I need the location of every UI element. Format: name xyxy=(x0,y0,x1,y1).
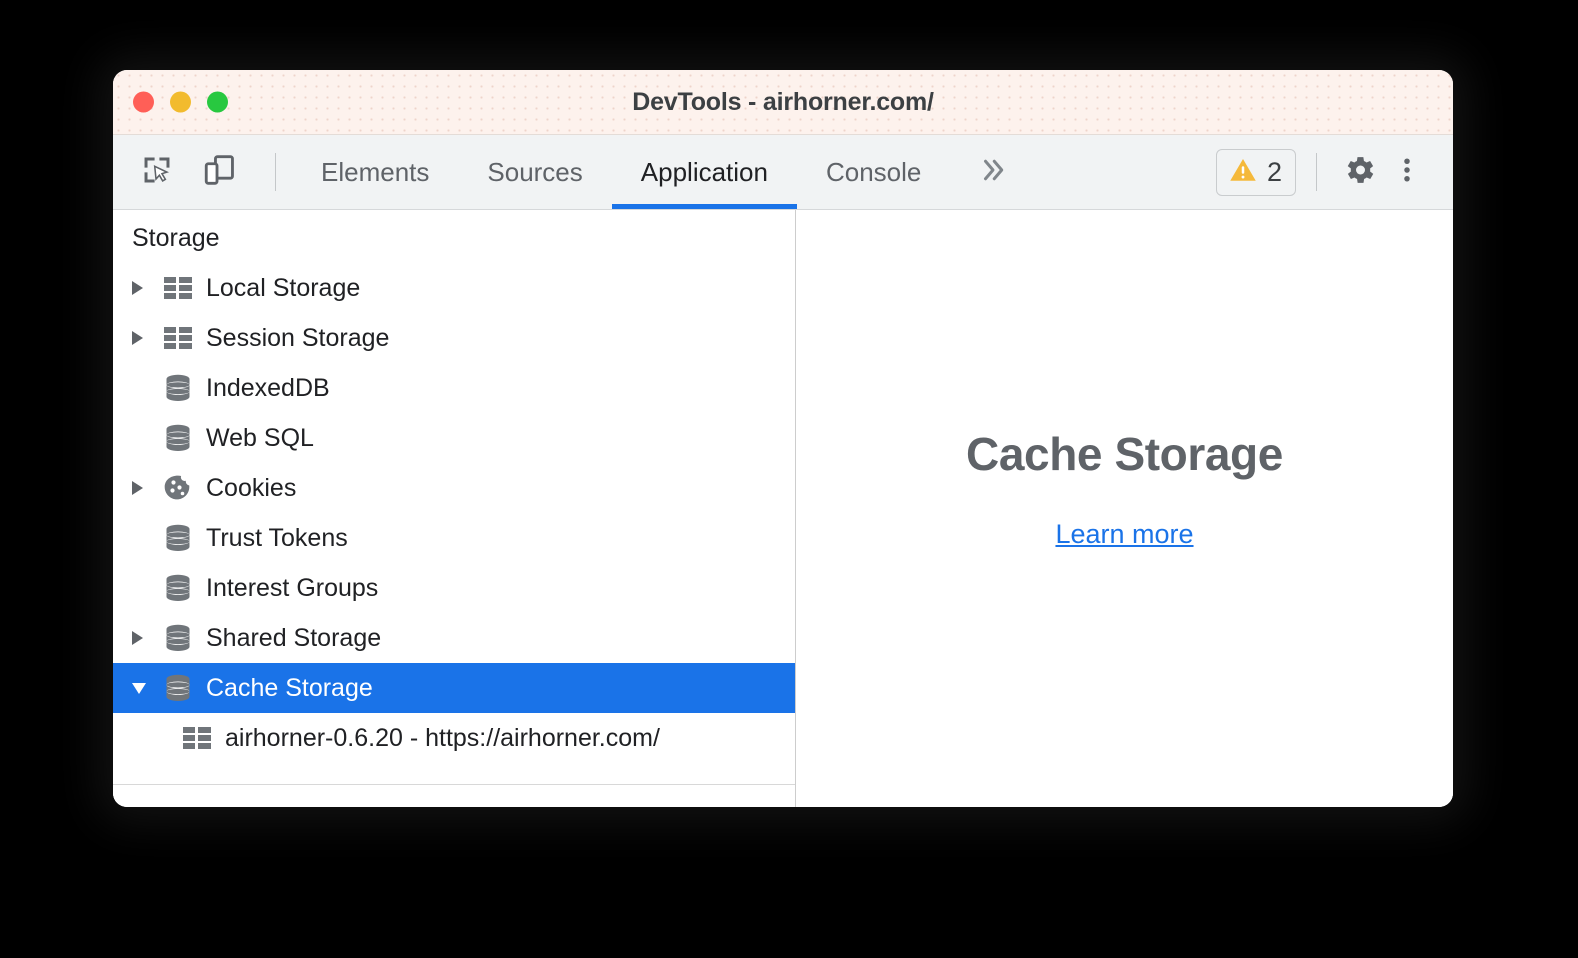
sidebar-item-label: Session Storage xyxy=(206,323,390,352)
devtools-toolbar: Elements Sources Application Console 2 xyxy=(113,135,1453,210)
window-titlebar: DevTools - airhorner.com/ xyxy=(113,70,1453,135)
cookie-icon xyxy=(160,474,196,502)
database-icon xyxy=(160,524,196,552)
inspect-element-button[interactable] xyxy=(135,150,179,194)
sidebar-item-label: Interest Groups xyxy=(206,573,379,602)
table-grid-icon xyxy=(179,726,215,750)
tab-application[interactable]: Application xyxy=(611,135,798,209)
device-toolbar-icon xyxy=(202,153,236,192)
maximize-window-button[interactable] xyxy=(207,91,228,113)
settings-button[interactable] xyxy=(1337,150,1381,194)
tab-console[interactable]: Console xyxy=(797,135,950,209)
more-vertical-icon xyxy=(1392,155,1422,190)
database-icon xyxy=(160,624,196,652)
sidebar-item-interest-groups[interactable]: Interest Groups xyxy=(113,563,795,613)
toolbar-right-buttons: 2 xyxy=(1215,135,1453,209)
sidebar-item-label: Local Storage xyxy=(206,273,361,302)
sidebar-item-label: Cache Storage xyxy=(206,673,373,702)
expand-arrow-icon[interactable] xyxy=(132,481,160,495)
sidebar-item-label: Web SQL xyxy=(206,423,314,452)
page-title: Cache Storage xyxy=(966,428,1283,480)
sidebar-item-cache-entry[interactable]: airhorner-0.6.20 - https://airhorner.com… xyxy=(113,713,795,763)
gear-icon xyxy=(1341,152,1377,193)
sidebar-item-label: IndexedDB xyxy=(206,373,330,402)
sidebar-item-label: Shared Storage xyxy=(206,623,382,652)
cache-storage-panel: Cache Storage Learn more xyxy=(796,210,1453,807)
devtools-window: DevTools - airhorner.com/ Elements Sourc… xyxy=(113,70,1453,807)
learn-more-link[interactable]: Learn more xyxy=(1055,519,1193,550)
more-tabs-button[interactable] xyxy=(950,135,1036,209)
sidebar-item-local-storage[interactable]: Local Storage xyxy=(113,263,795,313)
window-title: DevTools - airhorner.com/ xyxy=(632,87,934,116)
sidebar-item-cookies[interactable]: Cookies xyxy=(113,463,795,513)
sidebar-item-trust-tokens[interactable]: Trust Tokens xyxy=(113,513,795,563)
devtools-content: Storage Local Storage Session Storage In… xyxy=(113,210,1453,807)
table-grid-icon xyxy=(160,276,196,300)
tab-sources[interactable]: Sources xyxy=(458,135,611,209)
application-sidebar: Storage Local Storage Session Storage In… xyxy=(113,210,796,807)
collapse-arrow-icon[interactable] xyxy=(132,682,160,694)
screen: DevTools - airhorner.com/ Elements Sourc… xyxy=(0,0,1578,958)
database-icon xyxy=(160,424,196,452)
table-grid-icon xyxy=(160,326,196,350)
expand-arrow-icon[interactable] xyxy=(132,281,160,295)
database-icon xyxy=(160,674,196,702)
tab-application-label: Application xyxy=(640,156,768,187)
warning-triangle-icon xyxy=(1228,155,1258,190)
tab-sources-label: Sources xyxy=(487,156,583,187)
sidebar-item-cache-storage[interactable]: Cache Storage xyxy=(113,663,795,713)
sidebar-item-web-sql[interactable]: Web SQL xyxy=(113,413,795,463)
chevron-double-right-icon xyxy=(978,155,1008,190)
sidebar-item-session-storage[interactable]: Session Storage xyxy=(113,313,795,363)
sidebar-bottom-divider xyxy=(113,784,795,785)
toolbar-left-buttons xyxy=(113,135,292,209)
expand-arrow-icon[interactable] xyxy=(132,631,160,645)
panel-tabs: Elements Sources Application Console xyxy=(292,135,1036,209)
warnings-badge[interactable]: 2 xyxy=(1215,148,1296,196)
database-icon xyxy=(160,574,196,602)
tab-elements[interactable]: Elements xyxy=(292,135,458,209)
sidebar-item-shared-storage[interactable]: Shared Storage xyxy=(113,613,795,663)
inspect-element-icon xyxy=(140,153,174,192)
sidebar-item-label: Trust Tokens xyxy=(206,523,348,552)
expand-arrow-icon[interactable] xyxy=(132,331,160,345)
main-menu-button[interactable] xyxy=(1385,150,1429,194)
sidebar-item-indexeddb[interactable]: IndexedDB xyxy=(113,363,795,413)
database-icon xyxy=(160,374,196,402)
toolbar-divider xyxy=(275,153,276,191)
storage-tree: Local Storage Session Storage IndexedDB … xyxy=(113,263,795,763)
device-toolbar-button[interactable] xyxy=(197,150,241,194)
sidebar-item-label: Cookies xyxy=(206,473,297,502)
close-window-button[interactable] xyxy=(133,91,154,113)
sidebar-item-label: airhorner-0.6.20 - https://airhorner.com… xyxy=(225,723,660,752)
tab-elements-label: Elements xyxy=(321,156,430,187)
warnings-count: 2 xyxy=(1266,156,1282,187)
tab-console-label: Console xyxy=(825,156,922,187)
toolbar-right-divider xyxy=(1316,153,1317,191)
minimize-window-button[interactable] xyxy=(170,91,191,113)
sidebar-section-storage: Storage xyxy=(132,224,220,252)
traffic-lights xyxy=(133,91,228,113)
